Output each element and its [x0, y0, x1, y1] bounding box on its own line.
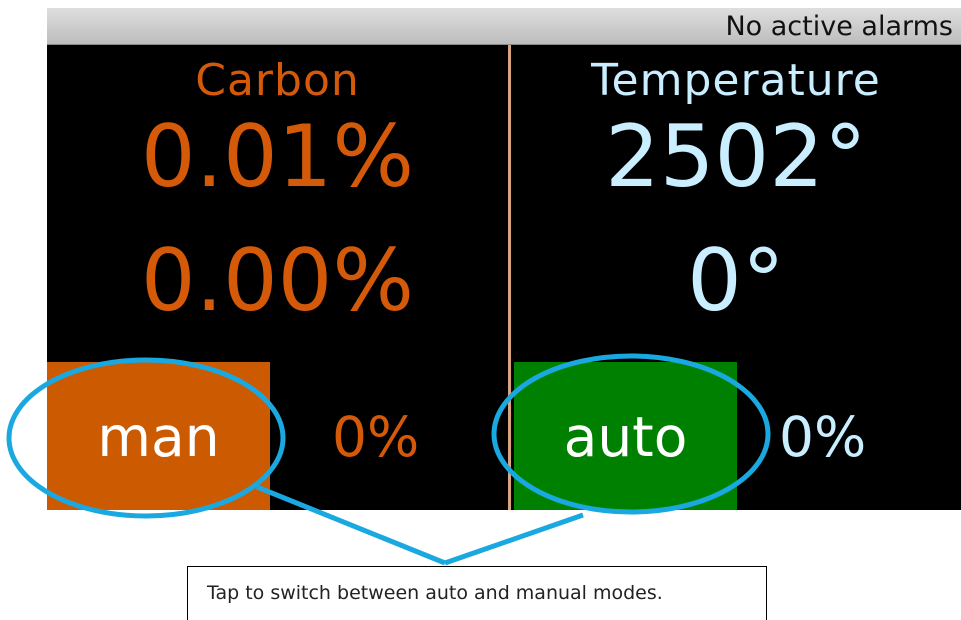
- carbon-output-value: 0%: [332, 405, 420, 469]
- carbon-setpoint-value: 0.00%: [140, 231, 415, 331]
- status-bar: No active alarms: [47, 8, 961, 45]
- temperature-output-value: 0%: [779, 405, 867, 469]
- alarm-status-text: No active alarms: [725, 11, 953, 42]
- carbon-panel: Carbon 0.01% 0.00% man 0%: [47, 45, 508, 510]
- callout-leader-right: [444, 512, 584, 566]
- temperature-actual-value: 2502°: [605, 107, 867, 207]
- temperature-mode-button[interactable]: auto: [514, 362, 737, 510]
- callout-box: Tap to switch between auto and manual mo…: [187, 566, 767, 620]
- temperature-setpoint-value: 0°: [687, 231, 785, 331]
- temperature-title: Temperature: [591, 55, 881, 106]
- carbon-actual-value: 0.01%: [140, 107, 415, 207]
- carbon-mode-button[interactable]: man: [47, 362, 270, 510]
- carbon-title: Carbon: [195, 55, 360, 106]
- temperature-panel: Temperature 2502° 0° auto 0%: [508, 45, 961, 510]
